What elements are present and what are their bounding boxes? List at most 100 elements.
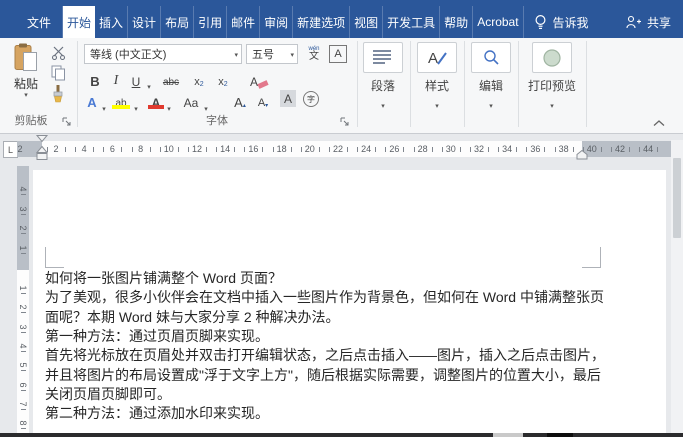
- tab-file[interactable]: 文件: [16, 6, 63, 38]
- format-painter-brush-icon: [50, 85, 66, 103]
- tab-design[interactable]: 设计: [128, 6, 161, 38]
- text-effects-dropdown-arrow[interactable]: ▾: [100, 94, 108, 113]
- ruler-tick: [347, 147, 348, 152]
- print-preview-group-arrow[interactable]: ▾: [520, 95, 584, 113]
- horizontal-ruler[interactable]: 2246810121416182022242628303234363840424…: [17, 141, 672, 157]
- tab-insert[interactable]: 插入: [95, 6, 128, 38]
- tab-stop-selector[interactable]: L: [3, 141, 18, 158]
- styles-group-button[interactable]: A: [417, 42, 457, 73]
- tab-new-tab[interactable]: 新建选项: [293, 6, 350, 38]
- font-color-button[interactable]: A: [148, 90, 164, 109]
- ruler-number: 30: [443, 144, 459, 154]
- ruler-number: 12: [189, 144, 205, 154]
- tab-layout[interactable]: 布局: [161, 6, 194, 38]
- tab-references[interactable]: 引用: [194, 6, 227, 38]
- character-border-icon: A: [329, 45, 347, 63]
- editing-group-button[interactable]: [471, 42, 511, 73]
- tab-mailings[interactable]: 邮件: [227, 6, 260, 38]
- font-group-label: 字体: [78, 112, 356, 128]
- collapse-ribbon-button[interactable]: [648, 116, 670, 130]
- text-highlight-button[interactable]: ab: [112, 90, 130, 109]
- paste-button[interactable]: 粘贴 ▾: [7, 43, 45, 109]
- paste-label: 粘贴: [14, 75, 38, 92]
- styles-group-arrow[interactable]: ▾: [417, 95, 457, 113]
- vertical-scrollbar[interactable]: [671, 140, 683, 433]
- text-effects-button[interactable]: A: [84, 90, 100, 109]
- styles-group-label: 样式: [417, 77, 457, 91]
- ruler-tick: [319, 147, 320, 152]
- document-text-line: 并且将图片的布局设置成"浮于文字上方"，随后根据实际需要，调整图片的位置大小，最…: [45, 366, 605, 385]
- share-button[interactable]: 共享: [626, 6, 671, 38]
- scrollbar-thumb[interactable]: [673, 158, 681, 238]
- tab-home[interactable]: 开始: [63, 6, 95, 38]
- font-name-combobox[interactable]: 等线 (中文正文) ▾: [84, 44, 242, 64]
- document-text-line: 关闭页眉页脚即可。: [45, 385, 605, 404]
- dialog-launcher-icon: [340, 117, 350, 127]
- grow-caret-icon: ▴: [243, 103, 246, 109]
- clear-formatting-button[interactable]: A: [246, 69, 262, 88]
- superscript-button[interactable]: x2: [214, 69, 232, 88]
- document-text[interactable]: 如何将一张图片铺满整个 Word 页面？ 为了美观，很多小伙伴会在文档中插入一些…: [45, 269, 605, 424]
- tab-help[interactable]: 帮助: [440, 6, 473, 38]
- italic-button[interactable]: I: [109, 69, 123, 88]
- share-label: 共享: [647, 14, 671, 31]
- change-case-dropdown-arrow[interactable]: ▾: [202, 94, 210, 113]
- tab-review[interactable]: 审阅: [260, 6, 293, 38]
- editing-group-label: 编辑: [471, 77, 511, 91]
- subscript-button[interactable]: x2: [190, 69, 208, 88]
- right-indent-marker[interactable]: [575, 150, 589, 160]
- ribbon-tab-bar: 文件 开始 插入 设计 布局 引用 邮件 审阅 新建选项 视图 开发工具 帮助 …: [0, 0, 683, 38]
- ruler-tick: [150, 147, 151, 152]
- tab-developer[interactable]: 开发工具: [383, 6, 440, 38]
- ruler-tick: [573, 147, 574, 152]
- ruler-tick: [21, 312, 26, 313]
- left-indent-marker[interactable]: [35, 135, 49, 161]
- ruler-tick: [65, 147, 66, 152]
- paragraph-group-arrow[interactable]: ▾: [363, 95, 403, 113]
- phonetic-guide-button[interactable]: wén 文: [302, 42, 326, 65]
- ruler-number: 3: [18, 204, 28, 214]
- text-boundary-mark-top-left: [45, 247, 64, 268]
- group-separator: [357, 41, 358, 127]
- tell-me-button[interactable]: 告诉我: [524, 6, 599, 38]
- font-name-value: 等线 (中文正文): [90, 46, 166, 62]
- font-size-combobox[interactable]: 五号 ▾: [246, 44, 298, 64]
- character-shading-button[interactable]: A: [280, 90, 296, 107]
- grow-font-button[interactable]: A▴: [230, 90, 250, 109]
- enclose-characters-icon: 字: [303, 91, 319, 107]
- ruler-number: 1: [18, 283, 28, 293]
- font-color-dropdown-arrow[interactable]: ▾: [165, 94, 173, 113]
- change-case-button[interactable]: Aa: [180, 90, 202, 109]
- cut-button[interactable]: [48, 45, 68, 61]
- ruler-tick: [21, 370, 26, 371]
- ruler-tick: [21, 194, 26, 195]
- copy-button[interactable]: [48, 64, 68, 81]
- enclose-characters-button[interactable]: 字: [302, 90, 320, 108]
- ribbon: 粘贴 ▾ 剪贴板: [0, 38, 683, 134]
- format-painter-button[interactable]: [48, 84, 68, 104]
- tab-view[interactable]: 视图: [350, 6, 383, 38]
- editing-group-arrow[interactable]: ▾: [471, 95, 511, 113]
- bold-button[interactable]: B: [86, 69, 104, 88]
- ruler-tick: [516, 147, 517, 152]
- underline-dropdown-arrow[interactable]: ▾: [145, 72, 153, 91]
- strikethrough-button[interactable]: abc: [158, 69, 184, 88]
- find-magnifier-icon: [483, 49, 500, 66]
- ruler-number: 24: [358, 144, 374, 154]
- print-preview-group-button[interactable]: [532, 42, 572, 73]
- tab-acrobat[interactable]: Acrobat: [473, 6, 523, 38]
- ruler-tick: [555, 147, 556, 152]
- ruler-tick: [21, 351, 26, 352]
- highlight-dropdown-arrow[interactable]: ▾: [132, 94, 140, 113]
- underline-button[interactable]: U: [128, 69, 144, 88]
- group-separator: [464, 41, 465, 127]
- vertical-ruler[interactable]: 432112345678: [17, 166, 29, 433]
- shrink-font-button[interactable]: A▾: [254, 90, 272, 109]
- ruler-number: 7: [18, 399, 28, 409]
- ruler-tick: [498, 147, 499, 152]
- font-dialog-launcher[interactable]: [340, 114, 352, 126]
- ruler-number: 4: [18, 341, 28, 351]
- clipboard-dialog-launcher[interactable]: [62, 114, 74, 126]
- character-border-button[interactable]: A: [328, 44, 348, 64]
- paragraph-group-button[interactable]: [363, 42, 403, 73]
